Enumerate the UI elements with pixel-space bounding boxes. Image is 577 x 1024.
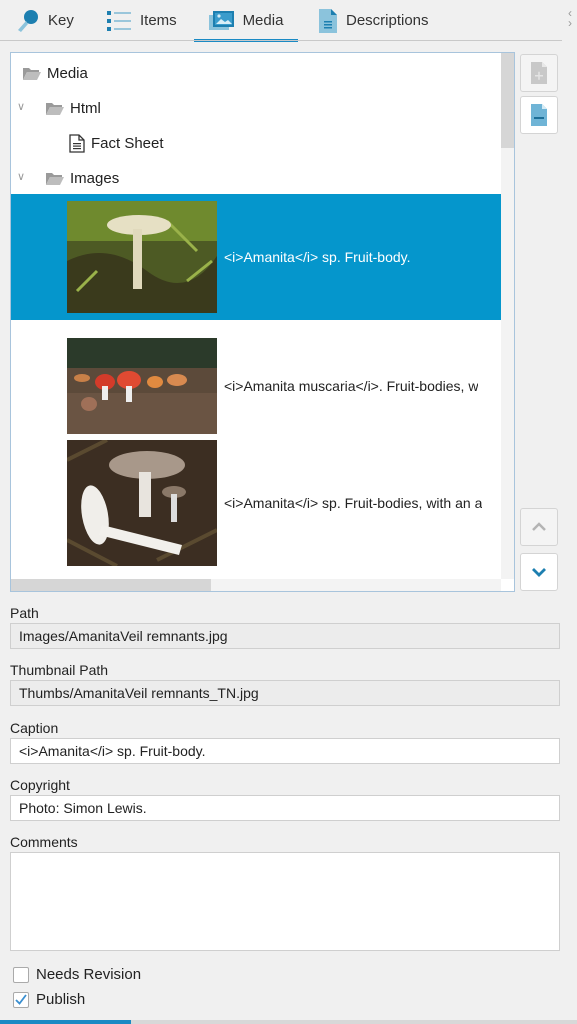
tab-label: Descriptions <box>346 12 429 29</box>
chevron-up-icon <box>532 522 546 531</box>
add-media-button[interactable] <box>520 54 558 92</box>
key-icon <box>16 9 40 33</box>
copyright-field[interactable]: Photo: Simon Lewis. <box>10 795 560 821</box>
tab-bar: Key Items Media Descriptions ‹ › <box>0 0 577 42</box>
scrollbar-thumb[interactable] <box>0 1020 131 1024</box>
checkbox-box[interactable] <box>13 991 29 1008</box>
tree-item-fact-sheet[interactable]: Fact Sheet <box>69 128 164 158</box>
document-icon <box>318 8 338 34</box>
tab-divider <box>0 40 562 41</box>
tab-descriptions[interactable]: Descriptions <box>318 0 448 41</box>
media-list-item[interactable]: <i>Amanita</i> sp. Fruit-body. <box>11 194 501 320</box>
tree-label: Media <box>47 64 88 82</box>
tree-folder-images[interactable]: Images <box>46 163 119 193</box>
chevron-down-icon <box>532 568 546 577</box>
comments-textarea[interactable] <box>10 852 560 951</box>
vertical-scrollbar[interactable] <box>501 53 514 579</box>
thumbnail-path-label: Thumbnail Path <box>10 662 109 678</box>
image-icon <box>208 10 235 31</box>
copyright-label: Copyright <box>10 777 70 793</box>
needs-revision-checkbox[interactable]: Needs Revision <box>13 966 141 983</box>
checkbox-label: Publish <box>36 991 86 1008</box>
checkbox-label: Needs Revision <box>36 966 142 983</box>
checkbox-box[interactable] <box>13 966 29 983</box>
remove-file-icon <box>531 104 547 126</box>
thumbnail-path-field[interactable]: Thumbs/AmanitaVeil remnants_TN.jpg <box>10 680 560 706</box>
tab-label: Media <box>242 12 284 29</box>
tree-label: Images <box>70 169 120 187</box>
media-list-item[interactable]: <i>Amanita</i> sp. Fruit-bodies, with an… <box>11 440 501 566</box>
tab-key[interactable]: Key <box>16 0 86 41</box>
media-caption: <i>Amanita</i> sp. Fruit-body. <box>224 249 411 265</box>
comments-label: Comments <box>10 834 78 850</box>
horizontal-scrollbar[interactable] <box>11 579 501 591</box>
bottom-scrollbar[interactable] <box>0 1020 577 1024</box>
checkmark-icon <box>15 994 27 1005</box>
tab-media[interactable]: Media <box>194 0 298 42</box>
chevron-down-icon[interactable]: ∨ <box>17 170 25 183</box>
scrollbar-thumb[interactable] <box>501 53 514 148</box>
tab-items[interactable]: Items <box>106 0 191 41</box>
media-tree: Media ∨ Html Fact Sheet ∨ Images <i>Aman… <box>10 52 515 592</box>
folder-icon <box>46 102 64 115</box>
caption-label: Caption <box>10 720 59 736</box>
tab-label: Key <box>48 12 74 29</box>
move-down-button[interactable] <box>520 553 558 591</box>
tab-label: Items <box>140 12 177 29</box>
publish-checkbox[interactable]: Publish <box>13 991 85 1008</box>
tree-root-media[interactable]: Media <box>23 58 88 88</box>
tree-folder-html[interactable]: Html <box>46 93 101 123</box>
tree-label: Fact Sheet <box>91 134 164 152</box>
chevron-down-icon[interactable]: ∨ <box>17 100 25 113</box>
caption-field[interactable]: <i>Amanita</i> sp. Fruit-body. <box>10 738 560 764</box>
thumbnail-image <box>67 201 217 313</box>
thumbnail-image <box>67 440 217 566</box>
remove-media-button[interactable] <box>520 96 558 134</box>
scrollbar-thumb[interactable] <box>11 579 211 591</box>
tab-overflow-icon[interactable]: ‹ › <box>568 7 572 29</box>
list-icon <box>106 10 132 32</box>
media-list-item[interactable]: <i>Amanita muscaria</i>. Fruit-bodies, w <box>11 323 501 449</box>
add-file-icon <box>531 62 547 84</box>
media-caption: <i>Amanita</i> sp. Fruit-bodies, with an… <box>224 495 483 511</box>
thumbnail-image <box>67 338 217 434</box>
path-label: Path <box>10 605 39 621</box>
move-up-button[interactable] <box>520 508 558 546</box>
tree-label: Html <box>70 99 101 117</box>
path-field[interactable]: Images/AmanitaVeil remnants.jpg <box>10 623 560 649</box>
media-caption: <i>Amanita muscaria</i>. Fruit-bodies, w <box>224 378 479 394</box>
text-document-icon <box>69 133 85 153</box>
folder-icon <box>23 67 41 80</box>
folder-icon <box>46 172 64 185</box>
